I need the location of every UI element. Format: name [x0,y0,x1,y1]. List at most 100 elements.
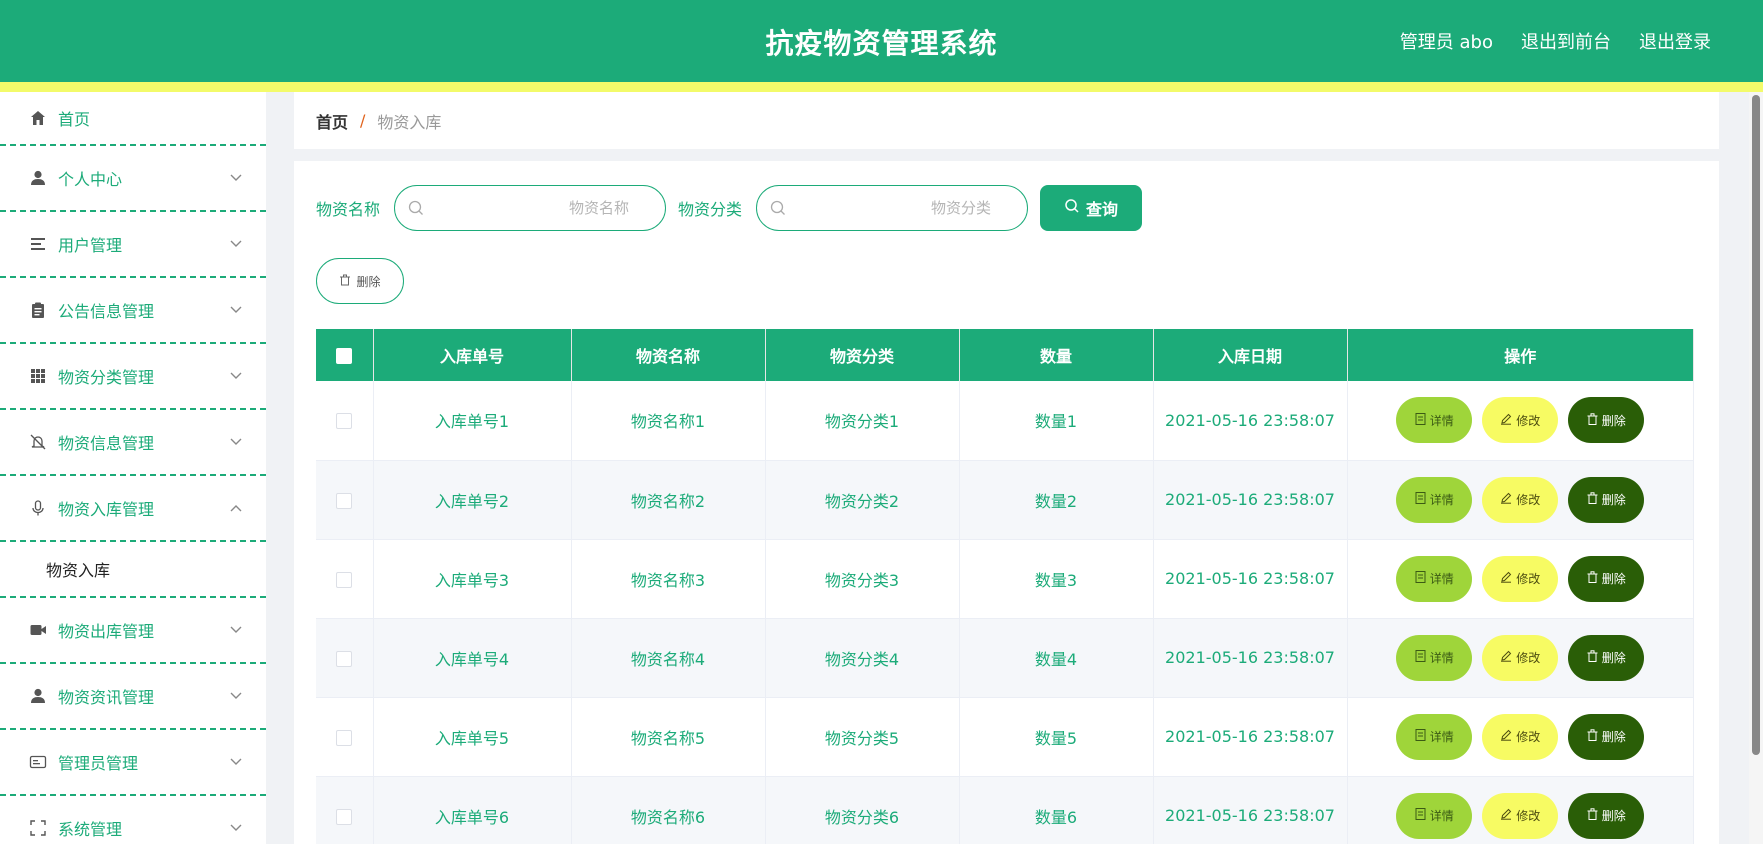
cell-inbound-no: 入库单号6 [373,776,572,844]
sidebar-item-label: 物资分类管理 [58,368,155,387]
detail-button[interactable]: 详情 [1396,634,1473,681]
sidebar-item-home[interactable]: 首页 [0,92,266,146]
cell-quantity: 数量5 [959,697,1154,777]
chevron-down-icon [230,171,242,185]
sidebar-item-personal-center[interactable]: 个人中心 [0,146,266,212]
grid-icon [28,366,48,386]
document-icon [1415,729,1426,744]
table-row: 入库单号2 物资名称2 物资分类2 数量2 2021-05-16 23:58:0… [316,460,1694,540]
cell-quantity: 数量6 [959,776,1154,844]
row-select-cell[interactable] [316,776,374,844]
sidebar-item-system-management[interactable]: 系统管理 [0,796,266,844]
search-icon [407,199,425,217]
detail-button-label: 详情 [1429,809,1454,823]
edit-button[interactable]: 修改 [1482,713,1559,760]
cell-inbound-no: 入库单号3 [373,539,572,619]
row-checkbox[interactable] [336,413,353,430]
delete-button[interactable]: 删除 [1568,634,1645,681]
row-checkbox[interactable] [336,729,353,746]
row-actions: 详情 修改 删除 [1348,397,1694,444]
edit-button[interactable]: 修改 [1482,792,1559,839]
category-search-input[interactable] [757,186,1028,230]
detail-button[interactable]: 详情 [1396,713,1473,760]
delete-button[interactable]: 删除 [1568,476,1645,523]
page-scrollbar-thumb[interactable] [1752,95,1760,755]
edit-button[interactable]: 修改 [1482,555,1559,602]
cell-material-category: 物资分类2 [765,460,960,540]
cell-actions: 详情 修改 删除 [1347,460,1694,540]
detail-button-label: 详情 [1429,730,1454,744]
cell-inbound-date: 2021-05-16 23:58:07 [1153,618,1348,698]
detail-button[interactable]: 详情 [1396,397,1473,444]
row-checkbox[interactable] [336,650,353,667]
row-checkbox[interactable] [336,492,353,509]
detail-button[interactable]: 详情 [1396,792,1473,839]
row-actions: 详情 修改 删除 [1348,634,1694,681]
sidebar-item-label: 首页 [58,110,91,129]
sidebar-item-notice-management[interactable]: 公告信息管理 [0,278,266,344]
trash-icon [1587,413,1598,428]
edit-button[interactable]: 修改 [1482,476,1559,523]
column-header: 入库单号 [373,329,572,381]
delete-button[interactable]: 删除 [1568,713,1645,760]
sidebar-item-admin-management[interactable]: 管理员管理 [0,730,266,796]
row-actions: 详情 修改 删除 [1348,713,1694,760]
select-all-checkbox[interactable] [336,348,353,364]
trash-icon [339,274,351,289]
logout-link[interactable]: 退出登录 [1639,28,1711,54]
row-checkbox[interactable] [336,808,353,825]
edit-button-label: 修改 [1516,572,1541,586]
row-select-cell[interactable] [316,618,374,698]
delete-button-label: 删除 [1601,493,1626,507]
trash-icon [1587,571,1598,586]
row-select-cell[interactable] [316,697,374,777]
sidebar-item-outbound-management[interactable]: 物资出库管理 [0,598,266,664]
select-all-cell[interactable] [316,329,374,381]
cell-inbound-no: 入库单号1 [373,381,572,461]
sidebar-item-category-management[interactable]: 物资分类管理 [0,344,266,410]
name-search-input[interactable] [395,186,666,230]
table-header-row: 入库单号 物资名称 物资分类 数量 入库日期 操作 [316,329,1694,381]
delete-button[interactable]: 删除 [1568,792,1645,839]
cell-actions: 详情 修改 删除 [1347,776,1694,844]
edit-button[interactable]: 修改 [1482,634,1559,681]
cell-inbound-date: 2021-05-16 23:58:07 [1153,697,1348,777]
edit-button[interactable]: 修改 [1482,397,1559,444]
row-select-cell[interactable] [316,381,374,461]
batch-delete-button[interactable]: 删除 [316,258,404,304]
detail-button[interactable]: 详情 [1396,476,1473,523]
cell-inbound-no: 入库单号4 [373,618,572,698]
video-icon [28,620,48,640]
header-links: 管理员 abo 退出到前台 退出登录 [1400,28,1711,54]
delete-button[interactable]: 删除 [1568,397,1645,444]
breadcrumb-home[interactable]: 首页 [316,109,348,133]
current-user-label: 管理员 abo [1399,32,1493,53]
list-icon [28,234,48,254]
edit-button-label: 修改 [1516,730,1541,744]
query-button[interactable]: 查询 [1040,185,1143,231]
trash-icon [1587,808,1598,823]
sidebar-subitem-inbound[interactable]: 物资入库 [0,542,266,598]
sidebar-item-material-info-management[interactable]: 物资信息管理 [0,410,266,476]
delete-button-label: 删除 [1601,730,1626,744]
cell-material-category: 物资分类3 [765,539,960,619]
cell-inbound-no: 入库单号5 [373,697,572,777]
row-select-cell[interactable] [316,539,374,619]
chevron-down-icon [230,303,242,317]
row-checkbox[interactable] [336,571,353,588]
edit-button-label: 修改 [1516,809,1541,823]
id-card-icon [28,752,48,772]
sidebar-item-user-management[interactable]: 用户管理 [0,212,266,278]
edit-button-label: 修改 [1516,413,1541,428]
exit-to-front-link[interactable]: 退出到前台 [1521,28,1611,54]
column-header: 物资名称 [571,329,766,381]
sidebar-item-news-management[interactable]: 物资资讯管理 [0,664,266,730]
chevron-down-icon [230,237,242,251]
row-select-cell[interactable] [316,460,374,540]
sidebar-item-inbound-management[interactable]: 物资入库管理 [0,476,266,542]
detail-button[interactable]: 详情 [1396,555,1473,602]
sidebar: 首页 个人中心 用户管理 公告信息管理 物资分类管理 物资信息管理 物资入库管理… [0,92,266,844]
breadcrumb-separator: / [360,111,366,130]
delete-button[interactable]: 删除 [1568,555,1645,602]
cell-quantity: 数量1 [959,381,1154,461]
